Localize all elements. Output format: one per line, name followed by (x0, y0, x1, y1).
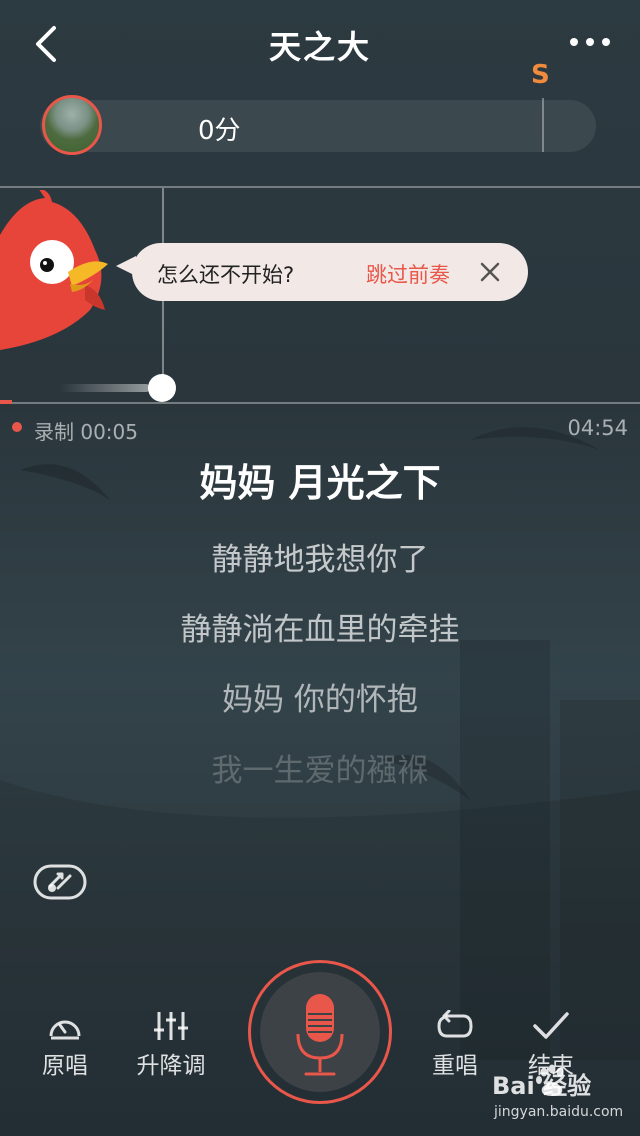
grade-marker-line (542, 98, 544, 152)
checkmark-icon (533, 1012, 569, 1039)
lyric-line: 静静地我想你了 (211, 542, 429, 578)
original-vocal-label: 原唱 (42, 1053, 88, 1079)
song-progress-fill (0, 400, 12, 404)
pitch-adjust-button[interactable]: 升降调 (126, 1010, 216, 1080)
more-dots-icon[interactable] (566, 30, 614, 54)
lyric-line: 静静淌在血里的牵挂 (180, 612, 460, 648)
grade-marker: S (531, 60, 550, 90)
bird-mascot-icon (0, 190, 108, 350)
score-value: 0分 (198, 116, 241, 146)
lyric-line: 妈妈 你的怀抱 (222, 682, 418, 718)
watermark-brand: Bai 经验 (492, 1072, 592, 1100)
avatar[interactable] (42, 95, 102, 155)
lyric-current-line: 妈妈 月光之下 (199, 461, 441, 505)
pitch-track-bottom-line (0, 402, 640, 404)
repeat-icon (437, 1010, 473, 1038)
pitch-adjust-label: 升降调 (136, 1053, 206, 1079)
pitch-track-top-line (0, 186, 640, 188)
sliders-icon (154, 1012, 188, 1040)
microphone-icon (296, 994, 344, 1076)
retry-label: 重唱 (432, 1053, 478, 1079)
close-icon[interactable] (478, 260, 502, 284)
score-bar (40, 100, 596, 152)
prompt-text: 怎么还不开始? (157, 263, 295, 287)
skip-intro-button[interactable]: 跳过前奏 (366, 259, 450, 289)
total-duration: 04:54 (567, 416, 628, 440)
original-vocal-button[interactable]: 原唱 (20, 1010, 110, 1080)
disc-icon (49, 1020, 81, 1040)
retry-button[interactable]: 重唱 (410, 1010, 500, 1080)
recording-indicator (12, 422, 22, 432)
mode-switch-icon[interactable] (32, 862, 88, 902)
lyric-line: 我一生爱的襁褓 (211, 753, 429, 789)
pitch-trail (60, 384, 150, 392)
watermark-url: jingyan.baidu.com (494, 1104, 624, 1120)
recording-time: 录制 00:05 (34, 420, 138, 444)
pitch-cursor-dot (148, 374, 176, 402)
